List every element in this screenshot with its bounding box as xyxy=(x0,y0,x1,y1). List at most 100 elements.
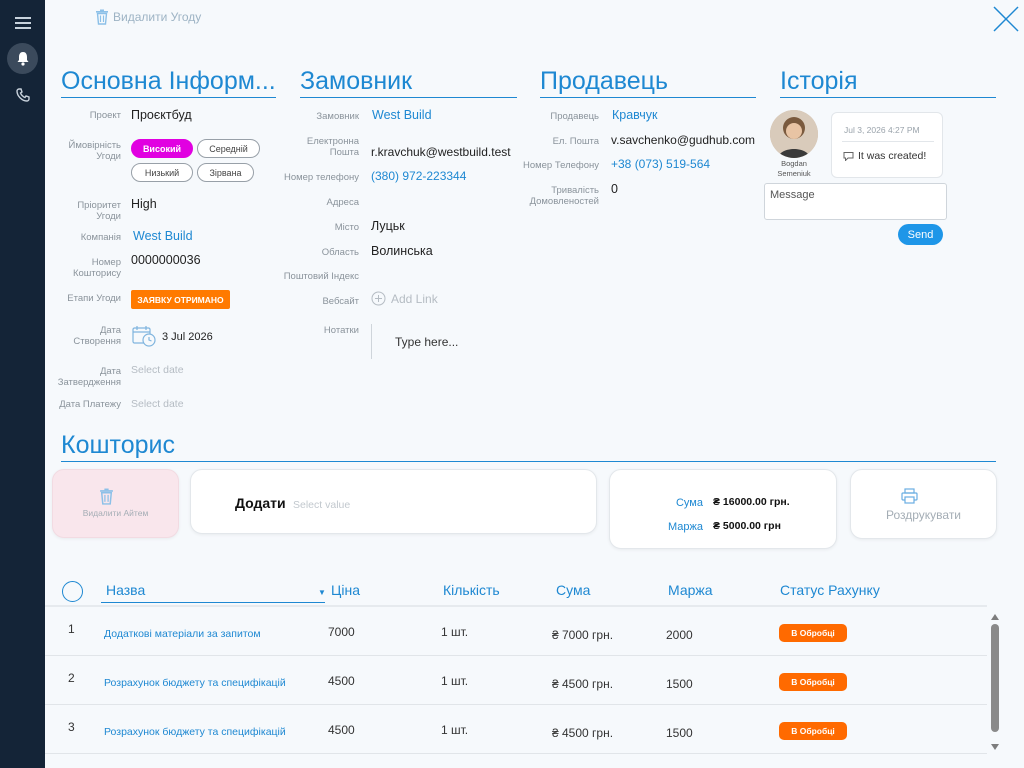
row-number: 3 xyxy=(68,720,75,734)
select-all-checkbox[interactable] xyxy=(62,581,83,602)
company-value[interactable]: West Build xyxy=(133,229,193,243)
scroll-up-arrow[interactable] xyxy=(989,609,1001,620)
stage-label: Етапи Угоди xyxy=(67,293,121,304)
seller-value[interactable]: Кравчук xyxy=(612,108,658,122)
print-label: Роздрукувати xyxy=(885,508,962,522)
priority-label: Пріоритет Угоди xyxy=(77,200,121,222)
delete-deal-button[interactable]: Видалити Угоду xyxy=(95,9,201,25)
column-header-name[interactable]: Назва xyxy=(106,582,145,598)
seller-label: Продавець xyxy=(550,111,599,122)
seller-phone-label: Номер Телефону xyxy=(522,160,599,171)
menu-icon[interactable] xyxy=(7,7,38,38)
notes-label: Нотатки xyxy=(323,325,359,336)
history-message: It was created! xyxy=(858,150,927,162)
scroll-down-arrow[interactable] xyxy=(989,739,1001,750)
column-header-margin[interactable]: Маржа xyxy=(668,582,713,598)
delete-item-button[interactable]: Видалити Айтем xyxy=(52,469,179,538)
probability-label: Ймовірність Угоди xyxy=(68,140,122,162)
sort-arrow-icon[interactable]: ▼ xyxy=(318,588,326,597)
table-row[interactable]: 2 Розрахунок бюджету та специфікацій 450… xyxy=(45,656,987,705)
table-row[interactable]: 3 Розрахунок бюджету та специфікацій 450… xyxy=(45,705,987,754)
margin-label: Маржа xyxy=(668,521,703,533)
priority-value[interactable]: High xyxy=(131,197,157,211)
delete-item-label: Видалити Айтем xyxy=(82,508,149,518)
history-timestamp: Jul 3, 2026 4:27 PM xyxy=(844,125,920,135)
approved-date-label: Дата Затвердження xyxy=(57,366,121,388)
table-row[interactable]: 1 Додаткові матеріали за запитом 7000 1 … xyxy=(45,607,987,656)
section-title-customer: Замовник xyxy=(300,67,517,98)
duration-label: Тривалість Домовленостей xyxy=(529,185,599,207)
row-sum: ₴ 4500 грн. xyxy=(552,677,614,691)
estimate-number-label: Номер Кошторису xyxy=(72,257,121,279)
column-header-price[interactable]: Ціна xyxy=(331,582,360,598)
comment-icon xyxy=(843,152,854,161)
row-margin: 2000 xyxy=(666,628,693,642)
website-label: Вебсайт xyxy=(322,296,359,307)
seller-phone-value[interactable]: +38 (073) 519-564 xyxy=(611,157,710,171)
customer-phone-value[interactable]: (380) 972-223344 xyxy=(371,169,466,183)
scrollbar-thumb[interactable] xyxy=(991,624,999,732)
trash-icon xyxy=(100,488,113,505)
notes-field[interactable]: Type here... xyxy=(371,324,511,359)
message-input[interactable]: Message xyxy=(764,183,947,220)
column-name-underline xyxy=(101,602,325,603)
row-sum: ₴ 7000 грн. xyxy=(552,628,614,642)
project-value[interactable]: Проєктбуд xyxy=(131,108,192,122)
probability-option-medium[interactable]: Середній xyxy=(197,139,260,158)
row-name[interactable]: Розрахунок бюджету та специфікацій xyxy=(104,677,286,689)
trash-icon xyxy=(96,9,108,25)
calendar-icon[interactable] xyxy=(132,324,158,353)
sum-label: Сума xyxy=(675,497,703,509)
zip-label: Поштовий Індекс xyxy=(283,271,359,282)
avatar xyxy=(770,110,818,158)
city-value[interactable]: Луцьк xyxy=(371,219,405,233)
section-title-main: Основна Інформ... xyxy=(61,67,276,98)
history-message-card: Jul 3, 2026 4:27 PM It was created! xyxy=(831,112,943,178)
seller-email-label: Ел. Пошта xyxy=(552,136,599,147)
customer-phone-label: Номер телефону xyxy=(283,172,359,183)
probability-option-failed[interactable]: Зірвана xyxy=(197,163,254,182)
row-number: 2 xyxy=(68,671,75,685)
row-price: 4500 xyxy=(328,723,355,737)
duration-value[interactable]: 0 xyxy=(611,182,618,196)
customer-email-label: Електронна Пошта xyxy=(306,136,359,158)
approved-date-input[interactable]: Select date xyxy=(131,364,184,376)
region-value[interactable]: Волинська xyxy=(371,244,433,258)
margin-value: ₴ 5000.00 грн xyxy=(713,520,781,532)
close-icon[interactable] xyxy=(991,4,1021,34)
status-badge[interactable]: В Обробці xyxy=(779,722,847,740)
customer-label: Замовник xyxy=(316,111,359,122)
add-link-label: Add Link xyxy=(391,291,438,306)
send-button[interactable]: Send xyxy=(898,224,943,245)
created-date-label: Дата Створення xyxy=(73,325,121,347)
row-name[interactable]: Розрахунок бюджету та специфікацій xyxy=(104,726,286,738)
row-number: 1 xyxy=(68,622,75,636)
status-badge[interactable]: В Обробці xyxy=(779,624,847,642)
status-badge[interactable]: В Обробці xyxy=(779,673,847,691)
bell-icon[interactable] xyxy=(7,43,38,74)
print-button[interactable]: Роздрукувати xyxy=(850,469,997,539)
column-header-quantity[interactable]: Кількість xyxy=(443,582,500,598)
column-header-sum[interactable]: Сума xyxy=(556,582,590,598)
row-sum: ₴ 4500 грн. xyxy=(552,726,614,740)
payment-date-input[interactable]: Select date xyxy=(131,398,184,410)
created-date-value: 3 Jul 2026 xyxy=(162,331,213,343)
stage-badge[interactable]: ЗАЯВКУ ОТРИМАНО xyxy=(131,290,230,309)
row-price: 4500 xyxy=(328,674,355,688)
estimate-number-value[interactable]: 0000000036 xyxy=(131,253,201,267)
row-name[interactable]: Додаткові матеріали за запитом xyxy=(104,628,261,640)
probability-option-low[interactable]: Низький xyxy=(131,163,193,182)
plus-circle-icon xyxy=(371,291,386,306)
region-label: Область xyxy=(321,247,359,258)
delete-deal-label: Видалити Угоду xyxy=(113,10,202,24)
add-item-select[interactable]: Select value xyxy=(293,499,350,511)
customer-value[interactable]: West Build xyxy=(372,108,432,122)
customer-email-value[interactable]: r.kravchuk@westbuild.test xyxy=(371,145,511,159)
add-label: Додати xyxy=(235,495,286,511)
column-header-status[interactable]: Статус Рахунку xyxy=(780,582,880,598)
phone-icon[interactable] xyxy=(7,79,38,110)
probability-option-high[interactable]: Високий xyxy=(131,139,193,158)
seller-email-value[interactable]: v.savchenko@gudhub.com xyxy=(611,133,755,147)
address-label: Адреса xyxy=(326,197,359,208)
add-link-button[interactable]: Add Link xyxy=(371,291,438,306)
